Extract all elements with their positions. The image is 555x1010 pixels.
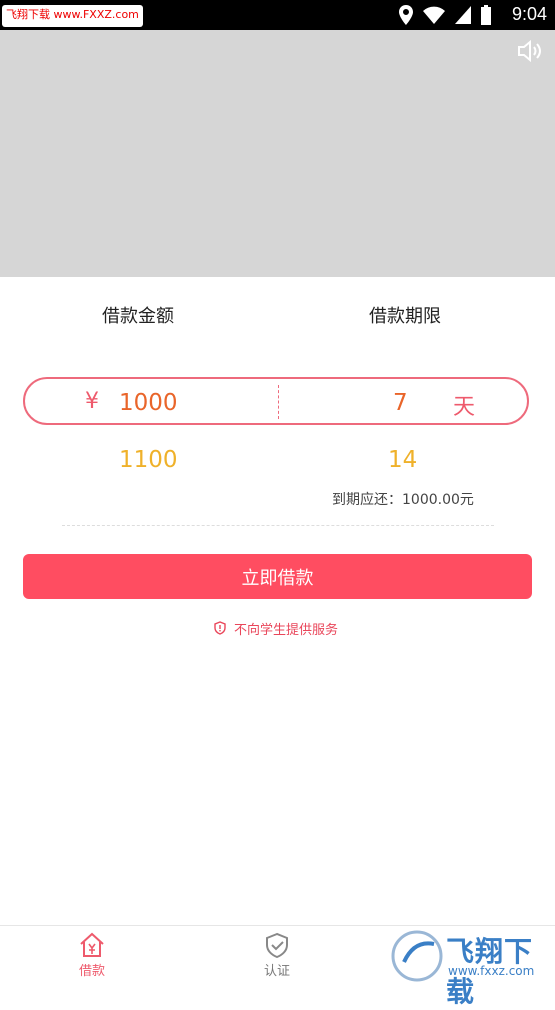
volume-icon[interactable]	[517, 40, 545, 62]
home-yen-icon	[80, 932, 104, 957]
signal-icon	[455, 6, 471, 24]
divider	[62, 525, 494, 526]
term-option[interactable]: 14	[388, 447, 417, 473]
status-icons	[399, 5, 491, 25]
amount-selected[interactable]: 1000	[119, 390, 178, 416]
term-selected[interactable]: 7	[393, 390, 408, 416]
selector-divider	[278, 385, 279, 419]
currency-symbol: ¥	[85, 389, 99, 414]
bottom-watermark: 飞翔下载 www.fxxz.com	[388, 926, 555, 1008]
battery-icon	[481, 5, 491, 25]
watermark-url: www.fxxz.com	[448, 964, 535, 978]
status-time: 9:04	[511, 4, 547, 24]
amount-label: 借款金额	[102, 306, 174, 327]
watermark-label: 飞翔下载 www.FXXZ.com	[2, 5, 143, 27]
status-bar: 飞翔下载 www.FXXZ.com 9:04	[0, 0, 555, 30]
tab-auth-label: 认证	[263, 964, 290, 979]
watermark-logo-icon	[391, 930, 443, 982]
location-icon	[399, 5, 413, 25]
borrow-now-button[interactable]: 立即借款	[23, 554, 532, 599]
amount-option[interactable]: 1100	[119, 447, 178, 473]
due-amount-text: 到期应还：1000.00元	[332, 492, 474, 508]
student-notice: 不向学生提供服务	[214, 619, 339, 638]
shield-check-icon	[266, 932, 288, 958]
term-unit: 天	[453, 395, 476, 420]
tab-auth[interactable]: 认证	[247, 932, 307, 979]
wifi-icon	[423, 6, 445, 24]
term-label: 借款期限	[369, 306, 441, 327]
tab-loan[interactable]: 借款	[62, 932, 122, 979]
banner	[0, 30, 555, 277]
student-notice-text: 不向学生提供服务	[234, 622, 339, 638]
loan-selector[interactable]: ¥ 1000 7 天	[23, 377, 529, 425]
shield-icon	[214, 621, 226, 635]
tab-loan-label: 借款	[78, 964, 105, 979]
